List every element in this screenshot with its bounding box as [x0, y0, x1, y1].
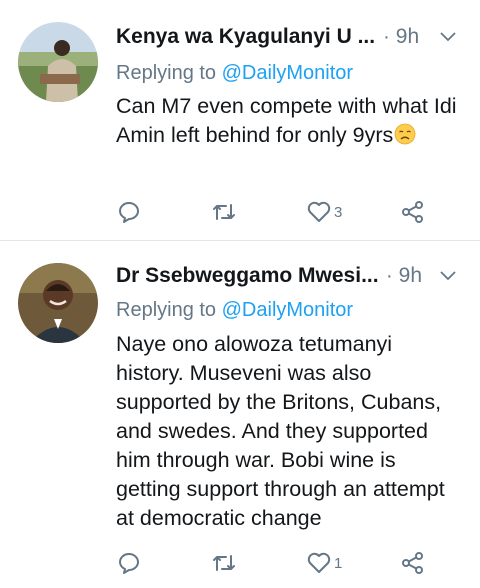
disappointed-face-icon: [394, 123, 416, 153]
like-button[interactable]: 1: [306, 547, 342, 579]
reply-icon: [116, 550, 142, 576]
tweet-text: Naye ono alowoza tetumanyi history. Muse…: [116, 332, 445, 530]
tweet-card[interactable]: Dr Ssebweggamo Mwesi... · 9h Replying to…: [0, 241, 480, 588]
retweet-button[interactable]: [211, 547, 237, 579]
timestamp[interactable]: 9h: [396, 25, 419, 49]
share-icon: [400, 199, 426, 225]
share-button[interactable]: [400, 547, 426, 579]
mention-link[interactable]: @DailyMonitor: [222, 62, 353, 84]
avatar[interactable]: [18, 263, 98, 343]
display-name[interactable]: Dr Ssebweggamo Mwesi...: [116, 264, 378, 288]
reply-context: Replying to @DailyMonitor: [116, 62, 354, 84]
separator-dot: ·: [386, 264, 393, 287]
share-icon: [400, 550, 426, 576]
mention-link[interactable]: @DailyMonitor: [222, 299, 353, 321]
tweet-card[interactable]: Kenya wa Kyagulanyi U ... · 9h Replying …: [0, 0, 480, 240]
like-count: 3: [334, 203, 343, 221]
chevron-down-icon[interactable]: [438, 266, 458, 286]
like-count: 1: [334, 554, 343, 572]
retweet-icon: [211, 199, 237, 225]
chevron-down-icon[interactable]: [438, 27, 458, 47]
reply-icon: [116, 199, 142, 225]
reply-context: Replying to @DailyMonitor: [116, 299, 354, 321]
tweet-text: Can M7 even compete with what Idi Amin l…: [116, 92, 460, 153]
retweet-button[interactable]: [211, 196, 237, 228]
timestamp[interactable]: 9h: [399, 264, 422, 288]
reply-button[interactable]: [116, 196, 142, 228]
share-button[interactable]: [400, 196, 426, 228]
separator-dot: ·: [383, 25, 390, 48]
tweet-actions: 1: [116, 547, 446, 579]
display-name[interactable]: Kenya wa Kyagulanyi U ...: [116, 25, 375, 49]
avatar[interactable]: [18, 22, 98, 102]
retweet-icon: [211, 550, 237, 576]
like-button[interactable]: 3: [306, 196, 342, 228]
heart-icon: [306, 199, 332, 225]
reply-button[interactable]: [116, 547, 142, 579]
heart-icon: [306, 550, 332, 576]
tweet-actions: 3: [116, 196, 446, 228]
